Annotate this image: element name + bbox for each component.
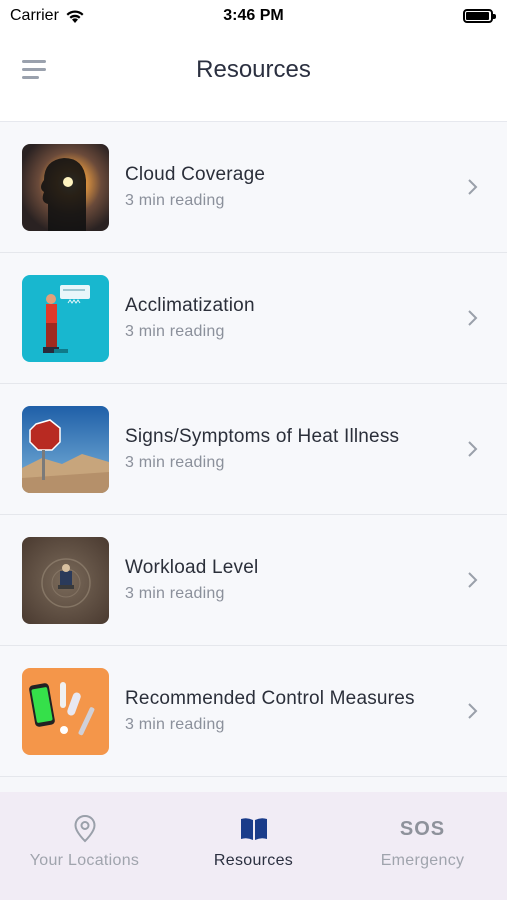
list-item-cloud-coverage[interactable]: Cloud Coverage 3 min reading bbox=[0, 122, 507, 253]
chevron-right-icon bbox=[468, 310, 478, 326]
item-text: Cloud Coverage 3 min reading bbox=[125, 164, 465, 210]
wifi-icon bbox=[66, 9, 84, 23]
list-item-acclimatization[interactable]: Acclimatization 3 min reading bbox=[0, 253, 507, 384]
navigation-header: Resources bbox=[0, 32, 507, 122]
item-title: Signs/Symptoms of Heat Illness bbox=[125, 426, 400, 447]
tab-resources[interactable]: Resources bbox=[174, 814, 334, 870]
chevron-right-icon bbox=[468, 179, 478, 195]
status-left: Carrier bbox=[10, 7, 85, 25]
item-text: Acclimatization 3 min reading bbox=[125, 295, 465, 341]
sos-icon: SOS bbox=[400, 814, 445, 844]
location-pin-icon bbox=[73, 814, 97, 844]
desert-stop-sign-image bbox=[22, 405, 109, 493]
tab-emergency[interactable]: SOS Emergency bbox=[343, 814, 503, 870]
item-title: Acclimatization bbox=[125, 295, 255, 316]
battery-fill bbox=[466, 12, 489, 20]
item-title: Workload Level bbox=[125, 557, 259, 578]
sos-text: SOS bbox=[399, 817, 446, 840]
item-subtitle: 3 min reading bbox=[125, 323, 225, 340]
battery-icon bbox=[463, 9, 496, 23]
chevron-right-icon bbox=[468, 703, 478, 719]
resource-list: Cloud Coverage 3 min reading Acclimatiza… bbox=[0, 122, 507, 792]
open-book-icon bbox=[239, 814, 269, 844]
item-title: Recommended Control Measures bbox=[125, 688, 415, 709]
tab-label: Resources bbox=[213, 852, 294, 869]
silhouette-sun-image bbox=[22, 143, 109, 231]
chevron-right-icon bbox=[468, 572, 478, 588]
list-item-heat-illness[interactable]: Signs/Symptoms of Heat Illness 3 min rea… bbox=[0, 384, 507, 515]
item-text: Recommended Control Measures 3 min readi… bbox=[125, 688, 465, 734]
chevron-right-icon bbox=[468, 441, 478, 457]
item-subtitle: 3 min reading bbox=[125, 192, 225, 209]
item-title: Cloud Coverage bbox=[125, 164, 266, 185]
page-title: Resources bbox=[196, 56, 311, 83]
tab-your-locations[interactable]: Your Locations bbox=[5, 814, 165, 870]
worker-on-ground-image bbox=[22, 536, 109, 624]
item-text: Signs/Symptoms of Heat Illness 3 min rea… bbox=[125, 426, 465, 472]
carrier-label: Carrier bbox=[10, 7, 59, 24]
list-item-workload-level[interactable]: Workload Level 3 min reading bbox=[0, 515, 507, 646]
tab-label: Your Locations bbox=[29, 852, 140, 869]
bottom-tab-bar: Your Locations Resources SOS Emergency bbox=[0, 792, 507, 900]
worker-illustration-image bbox=[22, 274, 109, 362]
tab-label: Emergency bbox=[380, 852, 465, 869]
item-subtitle: 3 min reading bbox=[125, 716, 225, 733]
status-bar: Carrier 3:46 PM bbox=[0, 0, 507, 32]
item-subtitle: 3 min reading bbox=[125, 454, 225, 471]
list-item-control-measures[interactable]: Recommended Control Measures 3 min readi… bbox=[0, 646, 507, 777]
phone-and-pills-image bbox=[22, 667, 109, 755]
item-text: Workload Level 3 min reading bbox=[125, 557, 465, 603]
item-subtitle: 3 min reading bbox=[125, 585, 225, 602]
